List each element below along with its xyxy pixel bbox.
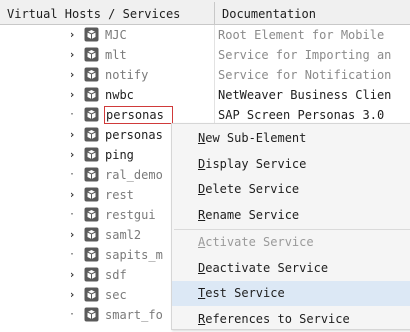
service-package-icon: [84, 207, 99, 222]
column-divider[interactable]: [214, 2, 215, 24]
chevron-right-icon[interactable]: ›: [67, 125, 77, 145]
tree-row[interactable]: › notify Service for Notification: [0, 65, 410, 85]
service-name[interactable]: sdf: [105, 265, 173, 285]
tree-row[interactable]: › MJC Root Element for Mobile: [0, 25, 410, 45]
service-package-icon: [84, 127, 99, 142]
chevron-right-icon[interactable]: ›: [67, 265, 77, 285]
service-documentation: NetWeaver Business Clien: [218, 88, 392, 102]
chevron-right-icon[interactable]: ›: [67, 145, 77, 165]
chevron-right-icon[interactable]: ›: [67, 25, 77, 45]
menu-item-test-service[interactable]: Test Service: [172, 281, 410, 306]
service-name[interactable]: restgui: [105, 205, 173, 225]
menu-item-display-service[interactable]: Display Service: [172, 152, 410, 177]
service-package-icon: [84, 47, 99, 62]
service-name[interactable]: personas: [104, 106, 173, 124]
menu-item-new-sub-element[interactable]: New Sub-Element: [172, 126, 410, 151]
service-documentation: Root Element for Mobile: [218, 28, 385, 42]
context-menu: New Sub-Element Display Service Delete Ser…: [171, 123, 410, 330]
menu-item-delete-service[interactable]: Delete Service: [172, 177, 410, 202]
service-name[interactable]: rest: [105, 185, 173, 205]
service-name[interactable]: mlt: [105, 45, 173, 65]
service-name[interactable]: notify: [105, 65, 173, 85]
chevron-right-icon[interactable]: ›: [67, 65, 77, 85]
leaf-dot-icon: ·: [68, 169, 76, 180]
service-package-icon: [84, 167, 99, 182]
service-name[interactable]: sec: [105, 285, 173, 305]
chevron-right-icon[interactable]: ›: [67, 225, 77, 245]
menu-item-activate-service: Activate Service: [198, 235, 314, 249]
tree-row[interactable]: › mlt Service for Importing an: [0, 45, 410, 65]
service-package-icon: [84, 27, 99, 42]
service-name[interactable]: MJC: [105, 25, 173, 45]
tree-row[interactable]: · personas SAP Screen Personas 3.0: [0, 105, 410, 125]
service-package-icon: [84, 267, 99, 282]
column-header-virtual-hosts[interactable]: Virtual Hosts / Services: [7, 0, 212, 24]
service-name[interactable]: saml2: [105, 225, 173, 245]
service-name[interactable]: personas: [105, 125, 173, 145]
service-documentation: SAP Screen Personas 3.0: [218, 108, 385, 122]
service-name[interactable]: nwbc: [105, 85, 173, 105]
service-package-icon: [84, 147, 99, 162]
service-documentation: Service for Notification: [218, 68, 392, 82]
service-package-icon: [84, 87, 99, 102]
chevron-right-icon[interactable]: ›: [67, 285, 77, 305]
leaf-dot-icon: ·: [68, 309, 76, 320]
service-package-icon: [84, 107, 99, 122]
leaf-dot-icon: ·: [68, 249, 76, 260]
chevron-right-icon[interactable]: ›: [67, 185, 77, 205]
service-package-icon: [84, 287, 99, 302]
service-name[interactable]: ral_demo: [105, 165, 173, 185]
service-documentation: Service for Importing an: [218, 48, 392, 62]
column-header-documentation[interactable]: Documentation: [222, 0, 410, 24]
service-package-icon: [84, 227, 99, 242]
service-name[interactable]: smart_fo: [105, 305, 173, 325]
chevron-right-icon[interactable]: ›: [67, 45, 77, 65]
service-package-icon: [84, 307, 99, 322]
chevron-right-icon[interactable]: ›: [67, 85, 77, 105]
service-name[interactable]: sapits_m: [105, 245, 173, 265]
service-package-icon: [84, 187, 99, 202]
menu-item-rename-service[interactable]: Rename Service: [172, 203, 410, 228]
leaf-dot-icon: ·: [68, 209, 76, 220]
menu-item-deactivate-service[interactable]: Deactivate Service: [172, 256, 410, 281]
menu-item-references-to-service[interactable]: References to Service: [172, 307, 410, 332]
tree-row[interactable]: › nwbc NetWeaver Business Clien: [0, 85, 410, 105]
service-package-icon: [84, 67, 99, 82]
leaf-dot-icon: ·: [68, 109, 76, 120]
service-name[interactable]: ping: [105, 145, 173, 165]
service-package-icon: [84, 247, 99, 262]
tree-header: Virtual Hosts / Services Documentation: [0, 0, 410, 25]
